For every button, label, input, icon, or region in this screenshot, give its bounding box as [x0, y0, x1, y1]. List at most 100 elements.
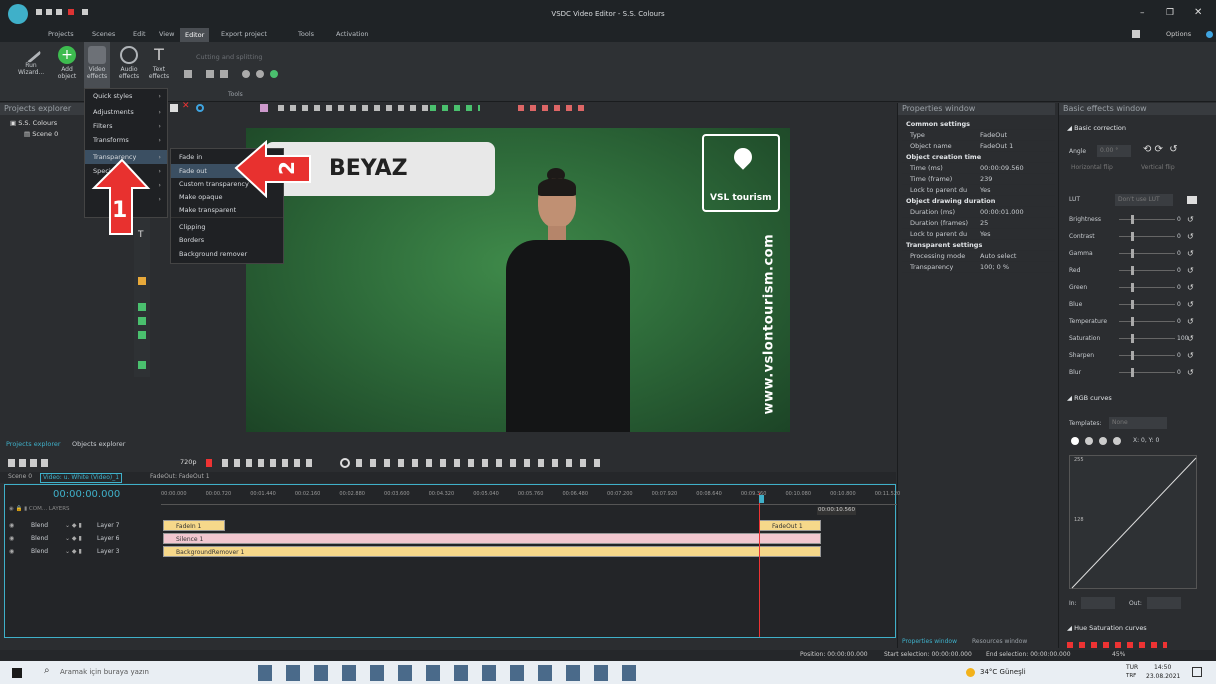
effect-slider[interactable]: Sharpen 0 ↺ — [1059, 347, 1216, 364]
resolution-select[interactable]: 720p — [180, 459, 197, 466]
reset-icon[interactable]: ↺ — [1187, 279, 1194, 296]
layer-controls-icon[interactable]: ⌄ ◆ ▮ — [65, 519, 82, 532]
background-remover-item[interactable]: Background remover — [171, 247, 283, 261]
rgb-curve-graph[interactable]: 255 128 — [1069, 455, 1197, 589]
restore-button[interactable]: ❐ — [1166, 9, 1174, 18]
menu-export-project[interactable]: Export project — [221, 31, 267, 38]
angle-input[interactable]: 0.00 ° — [1097, 145, 1131, 157]
reset-icon[interactable]: ↺ — [1187, 313, 1194, 330]
property-row[interactable]: Duration (ms) 00:00:01.000 — [902, 207, 1055, 218]
project-node[interactable]: ▣ S.S. Colours — [10, 120, 57, 127]
lang-indicator[interactable]: TUR — [1126, 665, 1138, 671]
hue-saturation-section[interactable]: ◢ Hue Saturation curves — [1067, 625, 1147, 632]
rgb-curves-section[interactable]: ◢ RGB curves — [1067, 395, 1112, 402]
tab-objects-explorer[interactable]: Objects explorer — [72, 441, 125, 448]
tab-resources-window[interactable]: Resources window — [972, 639, 1027, 645]
clock-time[interactable]: 14:50 — [1154, 665, 1171, 671]
make-transparent-item[interactable]: Make transparent — [171, 204, 283, 217]
out-input[interactable] — [1147, 597, 1181, 609]
tab-scene-0[interactable]: Scene 0 — [8, 474, 32, 480]
property-row[interactable]: Common settings — [902, 119, 1055, 130]
menu-activation[interactable]: Activation — [336, 31, 369, 38]
menu-scenes[interactable]: Scenes — [92, 31, 115, 38]
effect-slider[interactable]: Red 0 ↺ — [1059, 262, 1216, 279]
tab-video-object[interactable]: Video: u. White (Video)_1 — [40, 473, 123, 483]
effect-slider[interactable]: Temperature 0 ↺ — [1059, 313, 1216, 330]
vertical-flip-checkbox[interactable]: Vertical flip — [1141, 165, 1175, 171]
cursor-marker[interactable] — [759, 495, 764, 503]
menu-item-adjustments[interactable]: Adjustments › — [85, 105, 167, 119]
layer-row[interactable]: ◉ Blend ⌄ ◆ ▮ Layer 7 — [5, 519, 165, 532]
tab-fadeout-object[interactable]: FadeOut: FadeOut 1 — [150, 474, 210, 480]
menu-tools[interactable]: Tools — [298, 31, 314, 38]
layer-row[interactable]: ◉ Blend ⌄ ◆ ▮ Layer 6 — [5, 532, 165, 545]
add-object-button[interactable]: + Add object — [54, 42, 80, 98]
property-row[interactable]: Transparent settings — [902, 240, 1055, 251]
menu-item-quick-styles[interactable]: Quick styles › — [85, 89, 167, 103]
close-button[interactable]: ✕ — [1194, 8, 1202, 18]
property-row[interactable]: Object drawing duration — [902, 196, 1055, 207]
video-tool-icon[interactable] — [138, 317, 146, 325]
windows-start-icon[interactable] — [12, 668, 22, 678]
effect-slider[interactable]: Green 0 ↺ — [1059, 279, 1216, 296]
effect-slider[interactable]: Gamma 0 ↺ — [1059, 245, 1216, 262]
reset-icon[interactable]: ↺ — [1187, 330, 1194, 347]
options-menu[interactable]: Options — [1166, 31, 1191, 38]
layout-icon[interactable] — [1132, 30, 1140, 38]
horizontal-flip-checkbox[interactable]: Horizontal flip — [1071, 165, 1113, 171]
tool-icons[interactable] — [184, 70, 294, 80]
transport-bar[interactable]: 720p — [0, 455, 896, 471]
notification-icon[interactable] — [1192, 667, 1202, 677]
layer-controls-icon[interactable]: ⌄ ◆ ▮ — [65, 545, 82, 558]
effect-slider[interactable]: Contrast 0 ↺ — [1059, 228, 1216, 245]
tab-properties-window[interactable]: Properties window — [902, 639, 957, 645]
layer-row[interactable]: ◉ Blend ⌄ ◆ ▮ Layer 3 — [5, 545, 165, 558]
folder-icon[interactable] — [1187, 196, 1197, 204]
menu-editor[interactable]: Editor — [180, 28, 210, 42]
property-row[interactable]: Transparency 100; 0 % — [902, 262, 1055, 273]
clipping-item[interactable]: Clipping — [171, 217, 283, 233]
property-row[interactable]: Object name FadeOut 1 — [902, 141, 1055, 152]
layer-controls-icon[interactable]: ⌄ ◆ ▮ — [65, 532, 82, 545]
menu-item-filters[interactable]: Filters › — [85, 119, 167, 133]
reset-icon[interactable]: ↺ — [1187, 228, 1194, 245]
templates-select[interactable]: None — [1109, 417, 1167, 429]
tab-projects-explorer[interactable]: Projects explorer — [6, 441, 61, 448]
taskbar-apps[interactable] — [258, 665, 648, 681]
image-tool-icon[interactable] — [138, 303, 146, 311]
clip-background-remover[interactable]: BackgroundRemover 1 — [163, 546, 821, 557]
menu-view[interactable]: View — [159, 31, 174, 38]
reset-icon[interactable]: ↺ — [1187, 211, 1194, 228]
property-row[interactable]: Time (frame) 239 — [902, 174, 1055, 185]
property-row[interactable]: Duration (frames) 25 — [902, 218, 1055, 229]
eye-icon[interactable]: ◉ — [9, 545, 14, 558]
menu-edit[interactable]: Edit — [133, 31, 146, 38]
menu-item-transforms[interactable]: Transforms › — [85, 133, 167, 147]
rotate-icons[interactable]: ⟲ ⟳ ↺ — [1143, 145, 1178, 155]
lang-indicator-2[interactable]: TRF — [1126, 673, 1136, 680]
move-tool-icon[interactable] — [138, 361, 146, 369]
run-wizard-button[interactable]: Run Wizard... — [18, 42, 44, 98]
borders-item[interactable]: Borders — [171, 233, 283, 247]
effect-slider[interactable]: Blur 0 ↺ — [1059, 364, 1216, 381]
property-row[interactable]: Lock to parent du Yes — [902, 185, 1055, 196]
cutting-splitting-button[interactable]: Cutting and splitting — [196, 54, 262, 61]
property-row[interactable]: Type FadeOut — [902, 130, 1055, 141]
reset-icon[interactable]: ↺ — [1187, 364, 1194, 381]
property-row[interactable]: Lock to parent du Yes — [902, 229, 1055, 240]
taskbar-search[interactable]: Aramak için buraya yazın — [60, 669, 149, 676]
property-row[interactable]: Object creation time — [902, 152, 1055, 163]
scene-node[interactable]: ▤ Scene 0 — [24, 131, 58, 138]
eye-icon[interactable]: ◉ — [9, 519, 14, 532]
clip-fadein[interactable]: FadeIn 1 — [163, 520, 225, 531]
property-row[interactable]: Time (ms) 00:00:09.560 — [902, 163, 1055, 174]
chart-tool-icon[interactable] — [138, 277, 146, 285]
clip-fadeout[interactable]: FadeOut 1 — [759, 520, 821, 531]
clip-silence[interactable]: Silence 1 — [163, 533, 821, 544]
effect-slider[interactable]: Blue 0 ↺ — [1059, 296, 1216, 313]
reset-icon[interactable]: ↺ — [1187, 262, 1194, 279]
property-row[interactable]: Processing mode Auto select — [902, 251, 1055, 262]
in-input[interactable] — [1081, 597, 1115, 609]
lut-select[interactable]: Don't use LUT — [1115, 194, 1173, 206]
info-icon[interactable] — [1206, 31, 1213, 38]
